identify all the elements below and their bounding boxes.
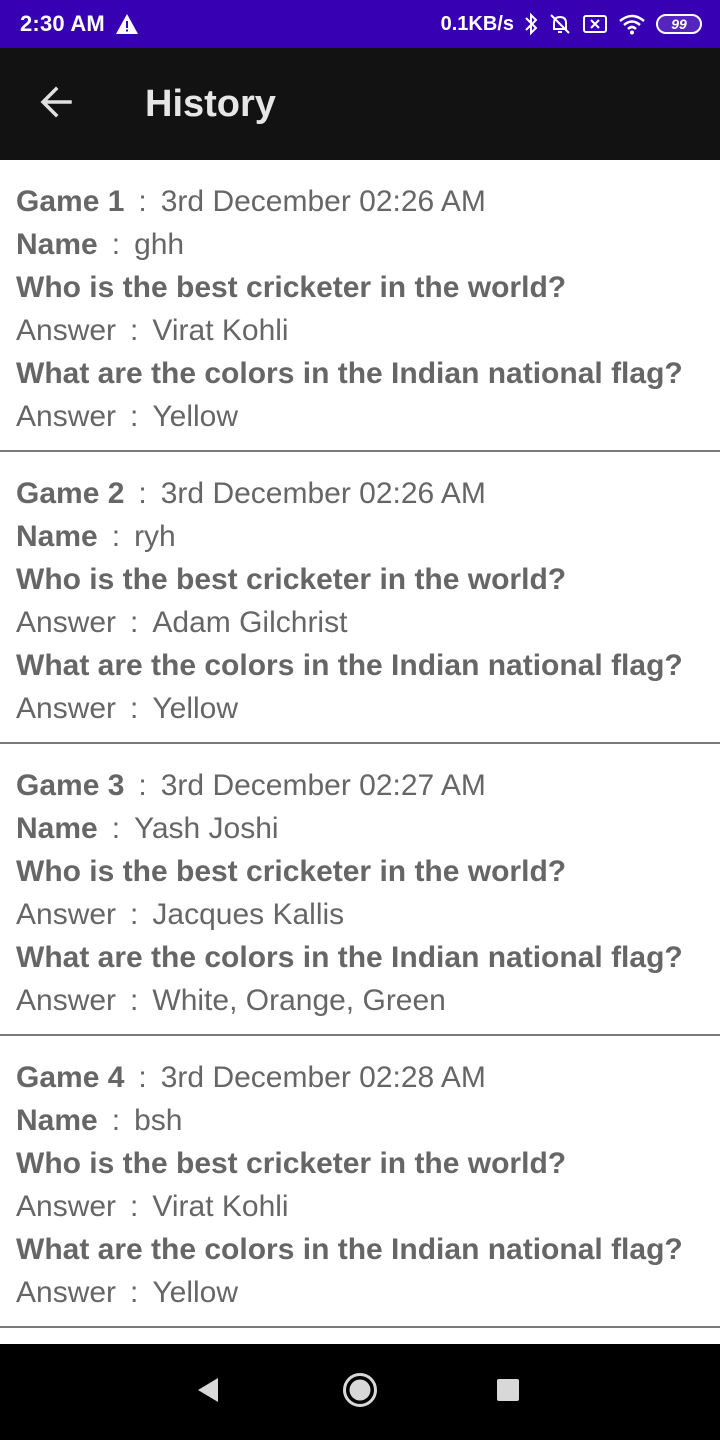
silent-bell-icon [548,12,572,36]
status-bar-right: 0.1KB/s 99 [441,12,702,36]
answer-1-row: Answer: Adam Gilchrist [16,606,348,639]
game-header: Game 2:3rd December 02:26 AM [16,477,486,510]
back-triangle-icon [196,1376,220,1409]
name-label: Name [16,228,98,261]
network-speed: 0.1KB/s [440,12,514,35]
game-date: 3rd December 02:26 AM [160,185,486,218]
arrow-left-icon [38,84,74,125]
answer-1-row: Answer: Jacques Kallis [16,898,345,931]
system-nav-bar [0,1344,720,1440]
answer-label: Answer [16,984,117,1017]
game-label: Game 4 [16,1061,125,1094]
player-name-row: Name: bsh [16,1104,183,1137]
status-bar: 2:30 AM 0.1KB/s 99 [0,0,720,48]
game-header: Game 3:3rd December 02:27 AM [16,769,486,802]
answer-label: Answer [16,1276,117,1309]
question-1: Who is the best cricketer in the world? [16,1147,567,1180]
name-label: Name [16,1104,98,1137]
question-2: What are the colors in the Indian nation… [16,649,683,682]
status-time: 2:30 AM [20,11,105,36]
history-list[interactable]: Game 1:3rd December 02:26 AM Name: ghh Wh… [0,160,720,1344]
nav-home-button[interactable] [320,1352,400,1432]
recents-square-icon [496,1378,520,1407]
warning-icon [115,13,139,35]
game-card: Game 3:3rd December 02:27 AM Name: Yash J… [0,744,720,1036]
nav-back-button[interactable] [168,1352,248,1432]
question-1: Who is the best cricketer in the world? [16,563,567,596]
game-card: Game 1:3rd December 02:26 AM Name: ghh Wh… [0,160,720,452]
game-date: 3rd December 02:26 AM [160,477,486,510]
game-label: Game 3 [16,769,125,802]
game-label: Game 1 [16,185,125,218]
answer-label: Answer [16,314,117,347]
answer-label: Answer [16,692,117,725]
answer-2-row: Answer: Yellow [16,400,239,433]
answer-1: Virat Kohli [152,314,289,347]
player-name: Yash Joshi [134,812,279,845]
answer-label: Answer [16,1190,117,1223]
sim-off-icon [582,13,608,35]
game-label: Game 2 [16,477,125,510]
game-card: Game 2:3rd December 02:26 AM Name: ryh Wh… [0,452,720,744]
answer-1: Jacques Kallis [152,898,345,931]
answer-2-row: Answer: Yellow [16,692,239,725]
name-label: Name [16,520,98,553]
player-name-row: Name: ghh [16,228,185,261]
page-title: History [145,82,276,125]
answer-2: Yellow [152,400,239,433]
bluetooth-icon [524,12,538,36]
back-button[interactable] [0,48,112,160]
player-name: bsh [134,1104,183,1137]
battery-icon: 99 [656,14,702,34]
answer-2-row: Answer: Yellow [16,1276,239,1309]
app-bar: History [0,48,720,160]
player-name-row: Name: Yash Joshi [16,812,279,845]
question-1: Who is the best cricketer in the world? [16,855,567,888]
answer-2: Yellow [152,1276,239,1309]
answer-label: Answer [16,898,117,931]
answer-2: Yellow [152,692,239,725]
home-circle-icon [342,1372,378,1413]
question-2: What are the colors in the Indian nation… [16,357,683,390]
game-date: 3rd December 02:27 AM [160,769,486,802]
question-2: What are the colors in the Indian nation… [16,1233,683,1266]
answer-label: Answer [16,606,117,639]
player-name: ghh [134,228,185,261]
game-date: 3rd December 02:28 AM [160,1061,486,1094]
answer-1-row: Answer: Virat Kohli [16,1190,289,1223]
name-label: Name [16,812,98,845]
answer-label: Answer [16,400,117,433]
status-bar-left: 2:30 AM [20,11,139,37]
answer-2-row: Answer: White, Orange, Green [16,984,446,1017]
answer-1: Virat Kohli [152,1190,289,1223]
game-header: Game 1:3rd December 02:26 AM [16,185,486,218]
game-header: Game 4:3rd December 02:28 AM [16,1061,486,1094]
game-card: Game 4:3rd December 02:28 AM Name: bsh Wh… [0,1036,720,1328]
player-name: ryh [134,520,176,553]
answer-1-row: Answer: Virat Kohli [16,314,289,347]
wifi-icon [618,13,646,35]
answer-2: White, Orange, Green [152,984,446,1017]
question-2: What are the colors in the Indian nation… [16,941,683,974]
answer-1: Adam Gilchrist [152,606,348,639]
question-1: Who is the best cricketer in the world? [16,271,567,304]
nav-recents-button[interactable] [468,1352,548,1432]
player-name-row: Name: ryh [16,520,176,553]
